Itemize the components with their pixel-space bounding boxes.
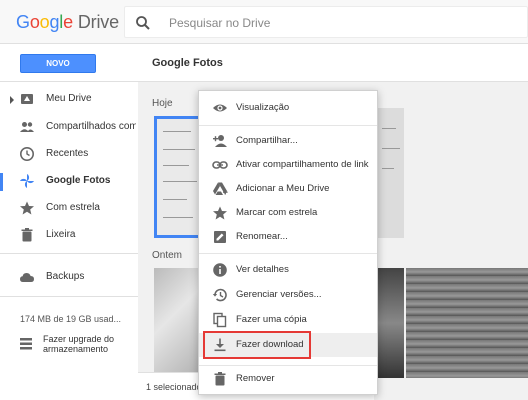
menu-item-label: Renomear... (236, 231, 288, 242)
menu-divider (199, 365, 377, 366)
search-input[interactable] (169, 14, 509, 32)
menu-item-label: Fazer uma cópia (236, 314, 307, 325)
menu-item-label: Ativar compartilhamento de link (236, 159, 369, 170)
cloud-icon (19, 269, 35, 285)
sidebar-divider (0, 253, 138, 254)
menu-item-share[interactable]: Compartilhar... (199, 129, 377, 153)
star-icon (19, 200, 35, 216)
photo-thumbnail[interactable] (376, 268, 404, 378)
sidebar-item-label: Meu Drive (46, 93, 92, 104)
menu-item-label: Gerenciar versões... (236, 289, 322, 300)
menu-item-label: Adicionar a Meu Drive (236, 183, 330, 194)
my-drive-icon (19, 91, 35, 107)
doc-line (163, 217, 193, 218)
clock-icon (19, 146, 35, 162)
menu-item-details[interactable]: Ver detalhes (199, 258, 377, 282)
app-header: Google Drive (0, 0, 528, 44)
new-button[interactable]: NOVO (20, 54, 96, 73)
menu-item-remove[interactable]: Remover (199, 367, 377, 391)
menu-divider (199, 253, 377, 254)
sidebar-item-label: Backups (46, 271, 85, 282)
photo-thumbnail[interactable] (376, 108, 404, 238)
context-menu: Visualização Compartilhar... Ativar comp… (198, 90, 378, 395)
menu-item-label: Visualização (236, 102, 290, 113)
doc-line (163, 199, 187, 200)
photo-thumbnail[interactable] (406, 268, 528, 378)
history-icon (212, 287, 228, 303)
search-icon[interactable] (135, 15, 151, 31)
toolbar: NOVO Google Fotos (0, 44, 528, 82)
doc-line (163, 181, 197, 182)
page-title: Google Fotos (152, 57, 223, 69)
storage-usage: 174 MB de 19 GB usad... (20, 314, 122, 324)
drive-add-icon (212, 181, 228, 197)
pinwheel-icon (19, 173, 35, 189)
sidebar-item-label: Recentes (46, 148, 89, 159)
eye-icon (212, 100, 228, 116)
link-icon (212, 157, 228, 173)
highlight-annotation-box (203, 331, 311, 359)
sidebar-item-label: Compartilhados comigo (46, 121, 136, 132)
sidebar-item-shared[interactable]: Compartilhados comigo (0, 116, 138, 140)
upgrade-storage-label: Fazer upgrade do armazenamento (43, 334, 115, 354)
sidebar-item-label: Com estrela (46, 202, 100, 213)
menu-item-star[interactable]: Marcar com estrela (199, 201, 377, 225)
section-heading-today: Hoje (152, 98, 173, 109)
sidebar-item-my-drive[interactable]: Meu Drive (0, 88, 138, 112)
google-drive-logo[interactable]: Google Drive (16, 12, 119, 33)
menu-item-label: Marcar com estrela (236, 207, 318, 218)
menu-item-label: Ver detalhes (236, 264, 289, 275)
doc-line (382, 148, 400, 149)
photo-thumbnail[interactable] (154, 268, 202, 386)
sidebar-item-recent[interactable]: Recentes (0, 143, 138, 167)
sidebar: Meu Drive Compartilhados comigo Recentes… (0, 82, 138, 400)
sidebar-item-label: Lixeira (46, 229, 76, 240)
sidebar-item-trash[interactable]: Lixeira (0, 224, 138, 248)
menu-item-add-to-drive[interactable]: Adicionar a Meu Drive (199, 177, 377, 201)
trash-icon (19, 227, 35, 243)
menu-divider (199, 125, 377, 126)
sidebar-item-google-photos[interactable]: Google Fotos (0, 170, 138, 194)
menu-item-label: Remover (236, 373, 275, 384)
sidebar-divider (0, 296, 138, 297)
search-box[interactable] (124, 6, 528, 38)
menu-item-make-copy[interactable]: Fazer uma cópia (199, 308, 377, 332)
copy-icon (212, 312, 228, 328)
doc-line (163, 165, 189, 166)
doc-line (163, 131, 191, 132)
expand-caret-icon[interactable] (10, 96, 14, 104)
person-add-icon (212, 133, 228, 149)
info-icon (212, 262, 228, 278)
pencil-icon (212, 229, 228, 245)
menu-item-label: Compartilhar... (236, 135, 298, 146)
doc-line (163, 149, 195, 150)
trash-icon (212, 371, 228, 387)
section-heading-yesterday: Ontem (152, 250, 183, 261)
upgrade-storage-link[interactable]: Fazer upgrade do armazenamento (18, 334, 138, 358)
star-icon (212, 205, 228, 221)
logo-google-text: Google (16, 12, 73, 32)
menu-item-manage-versions[interactable]: Gerenciar versões... (199, 283, 377, 307)
menu-item-preview[interactable]: Visualização (199, 96, 377, 120)
shared-icon (19, 119, 35, 135)
doc-line (382, 168, 394, 169)
sidebar-item-starred[interactable]: Com estrela (0, 197, 138, 221)
storage-icon (18, 336, 34, 352)
selection-count: 1 selecionado (146, 382, 202, 392)
menu-item-get-link[interactable]: Ativar compartilhamento de link (199, 153, 377, 177)
sidebar-item-label: Google Fotos (46, 175, 111, 186)
doc-line (382, 128, 396, 129)
menu-item-rename[interactable]: Renomear... (199, 225, 377, 249)
logo-drive-text: Drive (77, 12, 119, 32)
sidebar-item-backups[interactable]: Backups (0, 266, 138, 290)
